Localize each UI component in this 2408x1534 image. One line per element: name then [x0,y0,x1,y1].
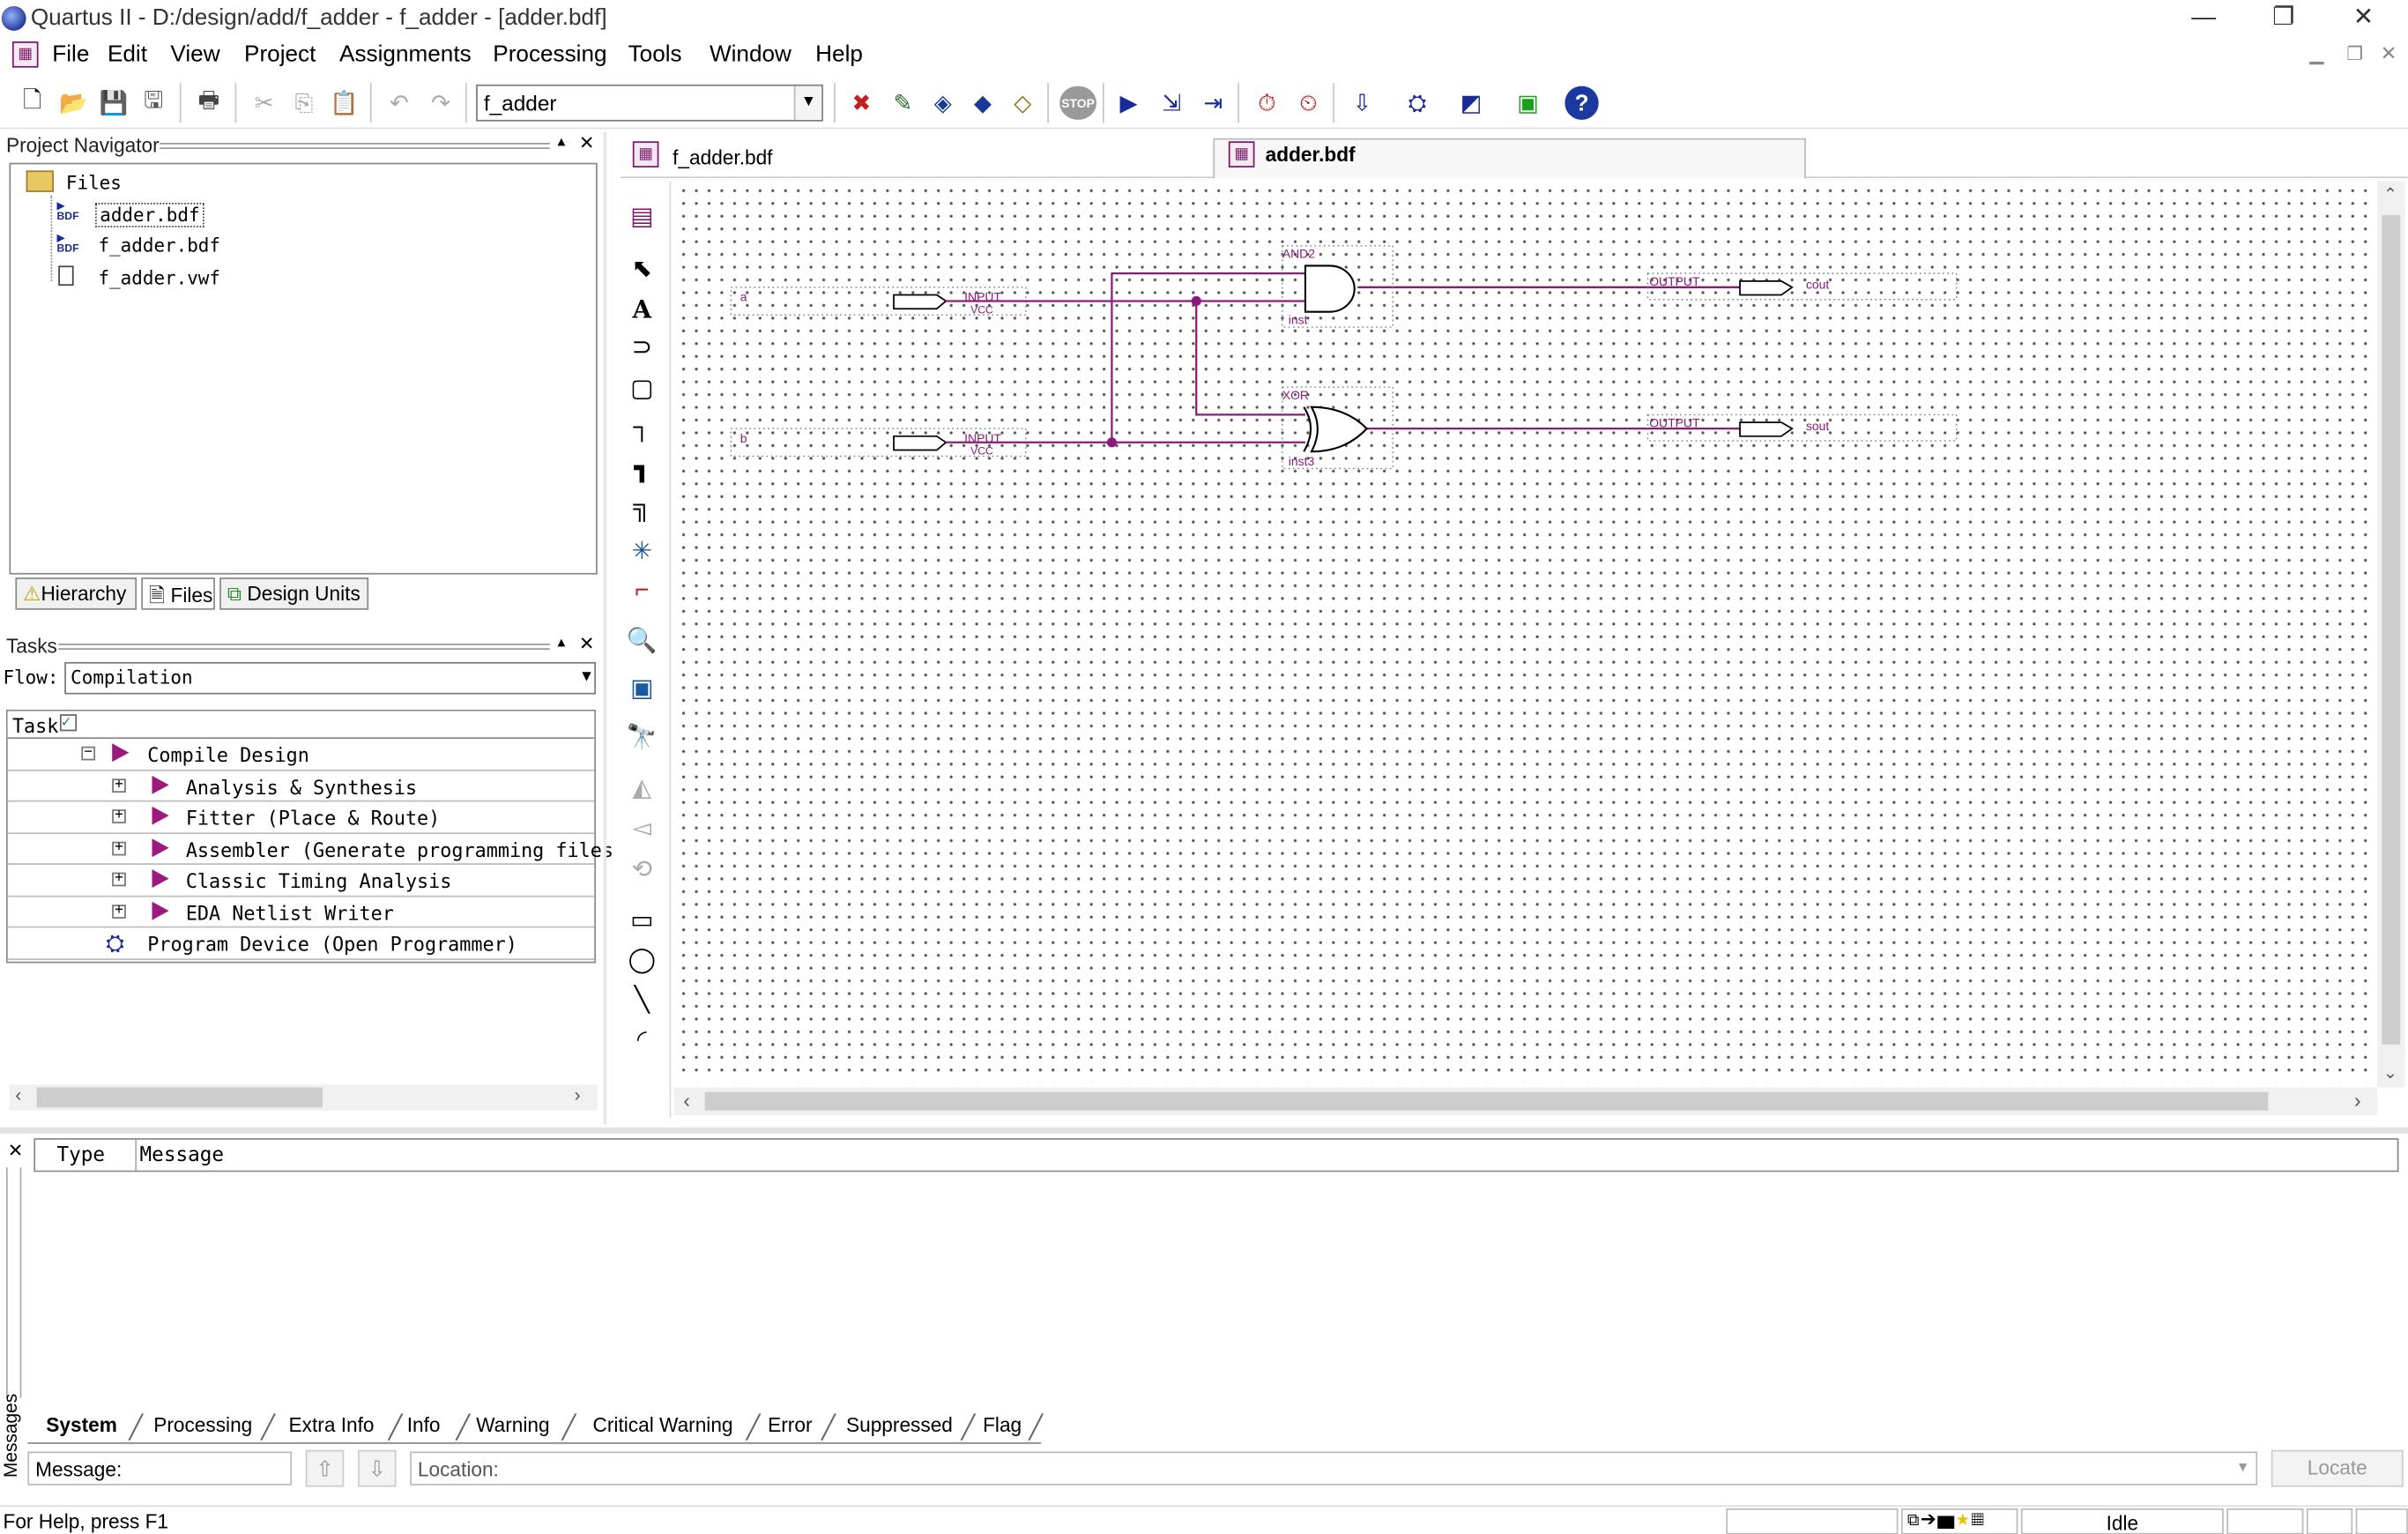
status-cell [1726,1508,1899,1534]
tab-extra-info[interactable]: Extra Info [289,1413,375,1444]
output-pin-cout[interactable]: OUTPUT cout [1646,272,1958,301]
sout-name: sout [1806,419,1829,433]
location-field[interactable]: Location: ▼ [410,1451,2258,1486]
tab-processing[interactable]: Processing [153,1413,252,1444]
pin-b-default: VCC [970,445,993,458]
messages-list [33,1172,2399,1412]
previous-message-icon[interactable]: ⇧ [305,1449,345,1487]
output-pin-sout[interactable]: OUTPUT sout [1646,413,1958,442]
tab-warning[interactable]: Warning [476,1413,550,1444]
scroll-left-icon[interactable]: ‹ [683,1089,690,1112]
sout-type: OUTPUT [1649,415,1700,429]
chevron-down-icon[interactable]: ▼ [2236,1459,2250,1474]
messages-side-label: Messages [0,1393,22,1478]
tab-suppressed[interactable]: Suppressed [846,1413,953,1444]
next-message-icon[interactable]: ⇩ [357,1449,397,1487]
scroll-up-icon[interactable]: ⌃ [2383,184,2397,205]
canvas-vertical-scrollbar[interactable]: ⌃ ⌄ [2377,181,2405,1088]
xor-instance: inst3 [1289,454,1315,468]
scroll-down-icon[interactable]: ⌄ [2383,1063,2397,1083]
and2-type: AND2 [1282,247,1315,261]
tab-flag[interactable]: Flag [983,1413,1022,1444]
xor-type: XOR [1282,388,1309,402]
tab-critical-warning[interactable]: Critical Warning [593,1413,733,1444]
pin-a-name: a [740,289,747,303]
cout-type: OUTPUT [1649,274,1700,288]
pin-b-name: b [740,431,747,445]
status-progress-icons: ⧉➔▆★▦ [1900,1508,2018,1534]
messages-close-icon[interactable]: ✕ [8,1140,24,1161]
pin-a-default: VCC [970,303,993,316]
status-state: Idle [2020,1508,2224,1534]
messages-grip[interactable] [5,1167,22,1398]
tab-error[interactable]: Error [768,1413,812,1444]
status-help-text: For Help, press F1 [3,1509,169,1533]
scroll-thumb[interactable] [704,1091,2269,1111]
column-message[interactable]: Message [140,1144,224,1167]
tab-info[interactable]: Info [407,1413,441,1444]
status-cell [2355,1508,2408,1534]
junction-dot [1106,437,1118,448]
cout-name: cout [1806,278,1829,292]
locate-button[interactable]: Locate [2271,1449,2404,1487]
message-label: Message: [27,1451,293,1486]
scroll-thumb[interactable] [2382,214,2401,1045]
status-cell [2226,1508,2304,1534]
column-type[interactable]: Type [56,1144,105,1167]
junction-dot [1191,295,1201,307]
location-placeholder: Location: [417,1457,499,1481]
tab-system[interactable]: System [46,1413,117,1444]
status-cell [2306,1508,2353,1534]
scroll-right-icon[interactable]: › [2354,1089,2361,1112]
messages-header: Type Message [33,1138,2399,1173]
and2-instance: inst [1289,313,1308,327]
canvas-horizontal-scrollbar[interactable]: ‹ › [673,1087,2378,1115]
